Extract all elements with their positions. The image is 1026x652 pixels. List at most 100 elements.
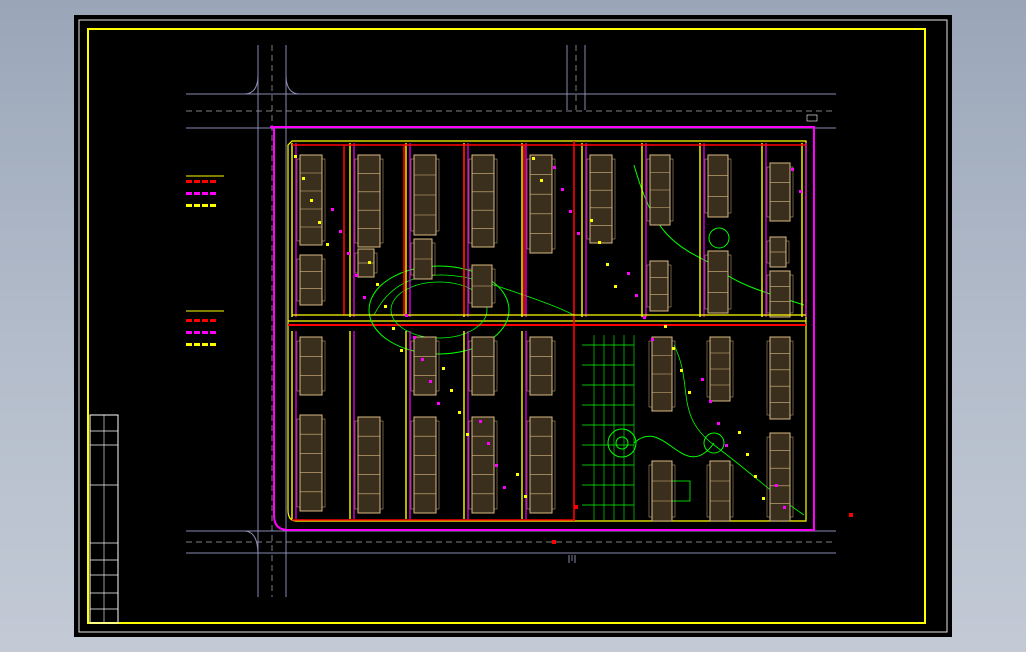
pipe-fitting (355, 274, 358, 277)
pipe-fitting (651, 338, 654, 341)
road-sign (806, 114, 818, 122)
building-block (707, 250, 729, 314)
pipe-fitting (532, 157, 535, 160)
pipe-fitting (561, 188, 564, 191)
legend-yellow-swatch (210, 204, 216, 207)
pipe-fitting (614, 285, 617, 288)
pipe-fitting (405, 314, 408, 317)
pipe-fitting (458, 411, 461, 414)
road-fillet-ne (285, 74, 301, 95)
pipe-fitting (738, 431, 741, 434)
legend-red-swatch (202, 180, 208, 183)
building-block (471, 154, 495, 248)
pipe-fitting (479, 420, 482, 423)
pipe-fitting (368, 261, 371, 264)
pipe-fitting (598, 241, 601, 244)
pipe-fitting (339, 230, 342, 233)
pipe-fitting (376, 283, 379, 286)
building-block (299, 336, 323, 396)
building-block (529, 336, 553, 396)
building-block (709, 460, 731, 522)
legend-red-swatch (186, 180, 192, 183)
garden-path (633, 435, 715, 458)
pipe-fitting (495, 464, 498, 467)
pipe-fitting (569, 210, 572, 213)
legend-red-swatch (210, 180, 216, 183)
pipe-fitting (347, 252, 350, 255)
legend-magenta-swatch (194, 192, 200, 195)
building-block (299, 414, 323, 512)
pipe-fitting (450, 389, 453, 392)
building-block (471, 336, 495, 396)
building-block (471, 416, 495, 514)
garden-ring-north (708, 227, 730, 249)
road-fillet-nw (243, 74, 259, 95)
pipe-fitting (326, 243, 329, 246)
building-block (357, 154, 381, 248)
building-block (769, 432, 791, 522)
building-block (299, 254, 323, 306)
road-fillet-sw (243, 530, 259, 556)
pipe-fitting (331, 208, 334, 211)
pipe-fitting (553, 166, 556, 169)
legend-magenta-swatch (186, 192, 192, 195)
pipe-fitting (709, 400, 712, 403)
cad-viewport[interactable] (74, 15, 952, 637)
legend-group (186, 175, 224, 346)
pipe-fitting (754, 475, 757, 478)
building-block (529, 154, 553, 254)
legend-magenta-swatch (202, 192, 208, 195)
legend-magenta-swatch (210, 331, 216, 334)
legend-red-swatch (202, 319, 208, 322)
pipe-fitting (783, 506, 786, 509)
pipe-fitting (775, 484, 778, 487)
legend-red-swatch (210, 319, 216, 322)
building-block (357, 416, 381, 514)
pipe-fitting (606, 263, 609, 266)
valve-mark (552, 540, 556, 544)
legend-magenta-swatch (194, 331, 200, 334)
pipe-fitting (429, 380, 432, 383)
pavilion (671, 480, 691, 502)
pipe-fitting (791, 168, 794, 171)
building-block (769, 270, 791, 318)
building-block (413, 416, 437, 514)
pipe-fitting (302, 177, 305, 180)
pipe-fitting (635, 294, 638, 297)
pipe-fitting (643, 316, 646, 319)
valve-mark (849, 513, 853, 517)
legend-yellow-swatch (210, 343, 216, 346)
pipe-fitting (717, 422, 720, 425)
site-plan-drawing (78, 19, 948, 633)
pipe-fitting (672, 347, 675, 350)
pipe-fitting (442, 367, 445, 370)
legend-magenta-swatch (210, 192, 216, 195)
legend-yellow-swatch (194, 204, 200, 207)
pipe-fitting (688, 391, 691, 394)
pipe-fitting (627, 272, 630, 275)
pipe-fitting (590, 219, 593, 222)
legend-red-swatch (194, 319, 200, 322)
pipe-fitting (503, 486, 506, 489)
title-block (89, 414, 119, 624)
pipe-fitting (318, 221, 321, 224)
legend-yellow-swatch (202, 343, 208, 346)
building-block (413, 336, 437, 396)
pipe-fitting (310, 199, 313, 202)
building-block (707, 154, 729, 218)
pipe-fitting (384, 305, 387, 308)
building-block (651, 460, 673, 522)
fountain-core (615, 436, 629, 450)
building-block (649, 260, 669, 312)
pipe-fitting (725, 444, 728, 447)
legend-yellow-swatch (186, 204, 192, 207)
building-block (589, 154, 613, 244)
legend-red-swatch (186, 319, 192, 322)
pipe-fitting (516, 473, 519, 476)
building-block (769, 336, 791, 420)
pipe-fitting (413, 336, 416, 339)
pipe-fitting (746, 453, 749, 456)
pipe-fitting (421, 358, 424, 361)
pipe-fitting (701, 378, 704, 381)
legend-yellow-swatch (202, 204, 208, 207)
